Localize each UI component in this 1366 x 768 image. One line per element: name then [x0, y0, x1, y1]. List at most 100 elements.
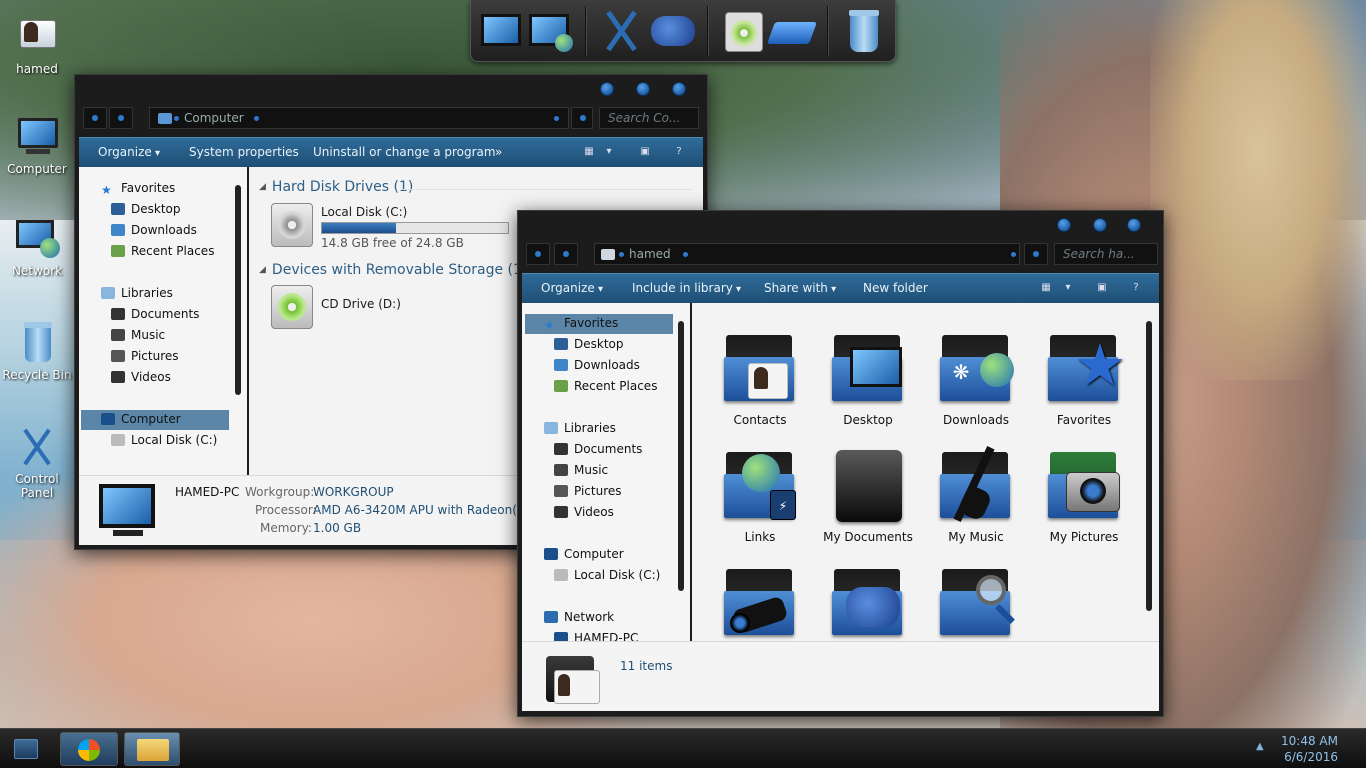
- include-in-library-button[interactable]: Include in library: [632, 281, 741, 295]
- downloads-icon: [554, 359, 568, 371]
- nav-scrollbar[interactable]: [235, 185, 241, 395]
- clock[interactable]: 10:48 AM 6/6/2016: [1281, 733, 1338, 765]
- processor-value: AMD A6-3420M APU with Radeon(tm): [313, 503, 538, 517]
- tray-expand-icon[interactable]: ▲: [1256, 741, 1264, 752]
- uninstall-button[interactable]: Uninstall or change a program: [313, 145, 496, 159]
- desktop-icon-control-panel[interactable]: Control Panel: [0, 426, 74, 500]
- chevron-down-icon[interactable]: ▾: [603, 146, 615, 158]
- organize-button[interactable]: Organize: [98, 145, 160, 159]
- nav-computer[interactable]: Computer: [544, 545, 624, 564]
- organize-button[interactable]: Organize: [541, 281, 603, 295]
- minimize-button[interactable]: [1058, 219, 1070, 231]
- new-folder-button[interactable]: New folder: [863, 281, 928, 295]
- folder-contacts[interactable]: Contacts: [710, 331, 810, 427]
- nav-music[interactable]: Music: [111, 326, 165, 345]
- videos-icon: [111, 371, 125, 383]
- nav-libraries[interactable]: Libraries: [544, 419, 616, 438]
- nav-videos[interactable]: Videos: [554, 503, 614, 522]
- forward-button[interactable]: [554, 243, 578, 265]
- nav-downloads[interactable]: Downloads: [111, 221, 197, 240]
- drive-c[interactable]: Local Disk (C:) 14.8 GB free of 24.8 GB: [321, 205, 509, 250]
- close-button[interactable]: [1128, 219, 1140, 231]
- nav-downloads[interactable]: Downloads: [554, 356, 640, 375]
- desktop-icon-recycle-bin[interactable]: Recycle Bin: [0, 322, 74, 382]
- help-icon[interactable]: ?: [1130, 282, 1142, 294]
- minimize-button[interactable]: [601, 83, 613, 95]
- forward-button[interactable]: [109, 107, 133, 129]
- desktop-icon: [554, 338, 568, 350]
- desktop-icon-computer[interactable]: Computer: [0, 116, 74, 176]
- nav-documents[interactable]: Documents: [554, 440, 642, 459]
- preview-pane-icon[interactable]: ▣: [639, 146, 651, 158]
- dock-disk-icon[interactable]: [719, 6, 769, 56]
- folder-downloads[interactable]: ❋ Downloads: [926, 331, 1026, 427]
- folder-my-music[interactable]: My Music: [926, 446, 1026, 544]
- maximize-button[interactable]: [637, 83, 649, 95]
- system-properties-button[interactable]: System properties: [189, 145, 299, 159]
- nav-favorites[interactable]: ★ Favorites: [544, 314, 618, 333]
- nav-desktop[interactable]: Desktop: [111, 200, 181, 219]
- dock-computer-icon[interactable]: [479, 6, 529, 56]
- nav-documents[interactable]: Documents: [111, 305, 199, 324]
- back-button[interactable]: [526, 243, 550, 265]
- nav-pictures[interactable]: Pictures: [111, 347, 179, 366]
- dock-gamepad-icon[interactable]: [647, 6, 697, 56]
- nav-desktop[interactable]: Desktop: [554, 335, 624, 354]
- close-button[interactable]: [673, 83, 685, 95]
- more-commands-button[interactable]: »: [495, 145, 502, 159]
- drive-d[interactable]: CD Drive (D:): [321, 297, 401, 311]
- folder-saved-games[interactable]: [818, 565, 918, 647]
- search-input[interactable]: Search Co...: [599, 107, 699, 129]
- folder-searches[interactable]: [926, 565, 1026, 647]
- nav-scrollbar[interactable]: [678, 321, 684, 591]
- chevron-down-icon[interactable]: ▾: [1062, 282, 1074, 294]
- nav-computer[interactable]: Computer: [101, 410, 181, 429]
- nav-videos[interactable]: Videos: [111, 368, 171, 387]
- folder-desktop[interactable]: Desktop: [818, 331, 918, 427]
- back-button[interactable]: [83, 107, 107, 129]
- share-with-button[interactable]: Share with: [764, 281, 836, 295]
- content-scrollbar[interactable]: [1146, 321, 1152, 611]
- navigation-pane: ★ Favorites Desktop Downloads Recent Plac…: [522, 303, 690, 641]
- nav-music[interactable]: Music: [554, 461, 608, 480]
- nav-label: Documents: [131, 307, 200, 321]
- dock-tools-icon[interactable]: [597, 6, 647, 56]
- nav-recent-places[interactable]: Recent Places: [554, 377, 657, 396]
- folder-my-videos[interactable]: [710, 565, 810, 647]
- desktop-icon-hamed[interactable]: hamed: [0, 16, 74, 76]
- show-desktop-icon[interactable]: [14, 739, 38, 759]
- dock-recycle-bin-icon[interactable]: [839, 6, 889, 56]
- preview-pane-icon[interactable]: ▣: [1096, 282, 1108, 294]
- address-bar[interactable]: Computer: [149, 107, 569, 129]
- help-icon[interactable]: ?: [673, 146, 685, 158]
- group-header-removable[interactable]: Devices with Removable Storage (1): [259, 262, 527, 278]
- view-options-icon[interactable]: ▦: [583, 146, 595, 158]
- nav-libraries[interactable]: Libraries: [101, 284, 173, 303]
- nav-pictures[interactable]: Pictures: [554, 482, 622, 501]
- maximize-button[interactable]: [1094, 219, 1106, 231]
- nav-favorites[interactable]: ★ Favorites: [101, 179, 175, 198]
- dock-network-icon[interactable]: [527, 6, 577, 56]
- taskbar-explorer-button[interactable]: [124, 732, 180, 766]
- nav-network[interactable]: Network: [544, 608, 614, 627]
- nav-hamed-pc[interactable]: HAMED-PC: [554, 629, 638, 641]
- refresh-button[interactable]: [1024, 243, 1048, 265]
- desktop-icon-network[interactable]: Network: [0, 218, 74, 278]
- folder-favorites[interactable]: ★ Favorites: [1034, 331, 1134, 427]
- nav-local-disk[interactable]: Local Disk (C:): [554, 566, 660, 585]
- dock-cd-drive-icon[interactable]: [766, 6, 818, 56]
- address-bar[interactable]: hamed: [594, 243, 1020, 265]
- refresh-button[interactable]: [571, 107, 593, 129]
- search-input[interactable]: Search ha...: [1054, 243, 1158, 265]
- folder-my-documents[interactable]: My Documents: [818, 448, 918, 544]
- clock-time: 10:48 AM: [1281, 734, 1338, 748]
- nav-local-disk[interactable]: Local Disk (C:): [111, 431, 217, 450]
- processor-label: Processor:: [255, 503, 317, 517]
- group-header-hard-disks[interactable]: Hard Disk Drives (1): [259, 179, 413, 195]
- folder-links[interactable]: ⚡ Links: [710, 448, 810, 544]
- command-bar: Organize System properties Uninstall or …: [79, 137, 703, 167]
- start-button[interactable]: [60, 732, 118, 766]
- folder-my-pictures[interactable]: My Pictures: [1034, 448, 1134, 544]
- nav-recent-places[interactable]: Recent Places: [111, 242, 214, 261]
- view-options-icon[interactable]: ▦: [1040, 282, 1052, 294]
